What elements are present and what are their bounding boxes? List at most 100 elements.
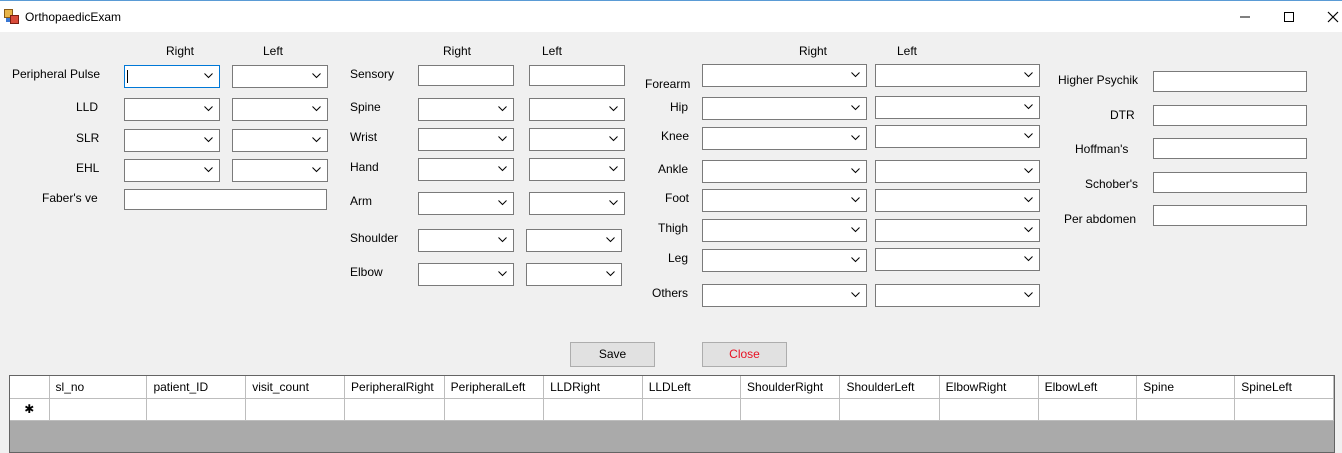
window-title: OrthopaedicExam [25,10,122,24]
foot-right-select[interactable] [702,189,867,212]
shoulder-label: Shoulder [350,231,399,245]
chevron-down-icon [609,136,618,142]
per-abdomen-label: Per abdomen [1064,212,1137,226]
per-abdomen-input[interactable] [1153,205,1307,226]
hand-right-select[interactable] [418,158,514,181]
column-header[interactable]: Spine [1136,376,1236,399]
column-header[interactable]: ShoulderLeft [839,376,940,399]
shoulder-left-select[interactable] [526,229,622,252]
slr-left-select[interactable] [232,129,328,152]
spine-left-select[interactable] [529,98,625,121]
grid-cell[interactable] [1136,398,1236,421]
grid-cell[interactable] [1234,398,1334,421]
group1-left-header: Left [263,44,284,58]
foot-left-select[interactable] [875,189,1040,212]
close-window-button[interactable] [1310,1,1342,32]
grid-cell[interactable] [344,398,445,421]
arm-right-select[interactable] [418,192,514,215]
lld-left-select[interactable] [232,98,328,121]
grid-cell[interactable] [740,398,841,421]
elbow-label: Elbow [350,265,383,279]
others-label: Others [652,286,689,300]
minimize-button[interactable] [1222,1,1268,32]
sensory-right-input[interactable] [418,65,514,86]
thigh-label: Thigh [658,221,689,235]
spine-right-select[interactable] [418,98,514,121]
grid-cell[interactable] [444,398,545,421]
knee-right-select[interactable] [702,127,867,150]
ankle-left-select[interactable] [875,160,1040,183]
grid-cell[interactable] [146,398,247,421]
chevron-down-icon [312,106,321,112]
column-header[interactable]: ShoulderRight [740,376,841,399]
grid-new-row[interactable]: ✱ [10,398,1334,421]
others-right-select[interactable] [702,284,867,307]
spine-label: Spine [350,100,381,114]
maximize-button[interactable] [1266,1,1312,32]
hand-left-select[interactable] [529,158,625,181]
lld-label: LLD [76,100,99,114]
grid-cell[interactable] [245,398,346,421]
grid-cell[interactable] [939,398,1039,421]
column-header[interactable]: patient_ID [146,376,247,399]
hoffmans-input[interactable] [1153,138,1307,159]
column-header[interactable]: ElbowRight [939,376,1039,399]
column-header[interactable]: LLDLeft [642,376,742,399]
elbow-left-select[interactable] [526,263,622,286]
ehl-label: EHL [76,161,100,175]
peripheral-pulse-right-select[interactable] [124,65,220,88]
save-button[interactable]: Save [570,342,655,367]
grid-cell[interactable] [642,398,742,421]
others-left-select[interactable] [875,284,1040,307]
knee-label: Knee [661,129,690,143]
forearm-right-select[interactable] [702,64,867,87]
column-header[interactable]: PeripheralLeft [444,376,545,399]
chevron-down-icon [851,257,860,263]
hip-label: Hip [670,100,689,114]
close-button[interactable]: Close [702,342,787,367]
higher-psychik-input[interactable] [1153,71,1307,92]
column-header[interactable]: visit_count [245,376,346,399]
leg-right-select[interactable] [702,249,867,272]
chevron-down-icon [498,106,507,112]
forearm-left-select[interactable] [875,64,1040,87]
dtr-input[interactable] [1153,105,1307,126]
column-header[interactable]: PeripheralRight [344,376,445,399]
ehl-right-select[interactable] [124,159,220,182]
ehl-left-select[interactable] [232,159,328,182]
ankle-right-select[interactable] [702,160,867,183]
column-header[interactable]: SpineLeft [1234,376,1334,399]
leg-left-select[interactable] [875,248,1040,271]
slr-right-select[interactable] [124,129,220,152]
thigh-left-select[interactable] [875,219,1040,242]
lld-right-select[interactable] [124,98,220,121]
hand-label: Hand [350,160,379,174]
wrist-left-select[interactable] [529,128,625,151]
peripheral-pulse-label: Peripheral Pulse [12,67,101,81]
shoulder-right-select[interactable] [418,229,514,252]
hip-right-select[interactable] [702,97,867,120]
ankle-label: Ankle [658,162,689,176]
schobers-input[interactable] [1153,172,1307,193]
fabers-input[interactable] [124,189,327,210]
chevron-down-icon [1024,168,1033,174]
sensory-left-input[interactable] [529,65,625,86]
peripheral-pulse-left-select[interactable] [232,65,328,88]
arm-left-select[interactable] [529,192,625,215]
wrist-right-select[interactable] [418,128,514,151]
column-header[interactable]: sl_no [49,376,148,399]
elbow-right-select[interactable] [418,263,514,286]
chevron-down-icon [1024,133,1033,139]
grid-cell[interactable] [839,398,940,421]
records-grid[interactable]: sl_no patient_ID visit_count PeripheralRigh… [9,375,1335,453]
grid-cell[interactable] [543,398,643,421]
chevron-down-icon [312,167,321,173]
column-header[interactable]: ElbowLeft [1038,376,1138,399]
grid-cell[interactable] [1038,398,1138,421]
column-header[interactable]: LLDRight [543,376,643,399]
thigh-right-select[interactable] [702,219,867,242]
chevron-down-icon [498,237,507,243]
hip-left-select[interactable] [875,96,1040,119]
knee-left-select[interactable] [875,125,1040,148]
grid-cell[interactable] [49,398,148,421]
